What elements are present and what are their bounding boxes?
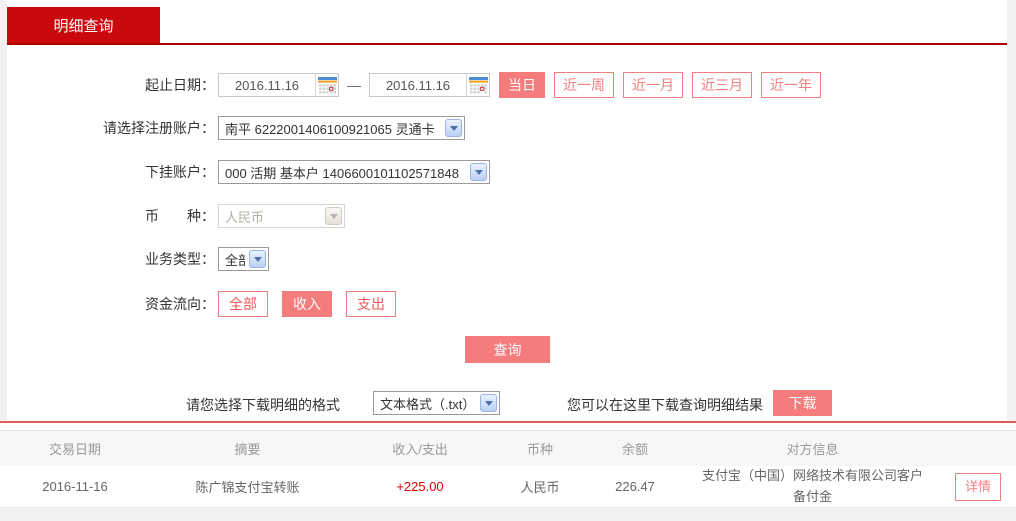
header-currency: 币种 [526, 442, 553, 457]
cell-action: 详情 [940, 472, 1016, 501]
cell-currency: 人民币 [520, 480, 560, 495]
quick-range-week-button[interactable]: 近一周 [554, 72, 614, 98]
tab-underline [7, 43, 1007, 45]
fund-flow-row: 资金流向： 全部 收入 支出 [7, 291, 1007, 317]
start-date-calendar-button[interactable] [315, 74, 338, 96]
cell-counterparty: 支付宝（中国）网络技术有限公司客户备付金 [685, 466, 940, 506]
quick-range-year-button[interactable]: 近一年 [761, 72, 821, 98]
header-counterparty: 对方信息 [786, 442, 839, 457]
quick-range-quarter-button[interactable]: 近三月 [692, 72, 752, 98]
sub-account-value: 000 活期 基本户 1406600101102571848 [225, 165, 459, 181]
business-type-select[interactable]: 全部 [218, 247, 269, 271]
fund-flow-all-button[interactable]: 全部 [218, 291, 268, 317]
cell-balance: 226.47 [615, 479, 655, 494]
register-account-row: 请选择注册账户： 南平 6222001406100921065 灵通卡 [7, 115, 1007, 141]
end-date-input[interactable]: 2016.11.16 [369, 73, 490, 97]
fund-flow-label: 资金流向： [145, 296, 215, 312]
start-date-value: 2016.11.16 [234, 77, 300, 93]
register-account-value: 南平 6222001406100921065 灵通卡 [225, 121, 435, 137]
cell-date: 2016-11-16 [42, 479, 108, 494]
sub-account-row: 下挂账户： 000 活期 基本户 1406600101102571848 [7, 159, 1007, 185]
spacer [0, 423, 1016, 430]
date-separator: — [347, 77, 361, 93]
fund-flow-expense-button[interactable]: 支出 [346, 291, 396, 317]
sub-account-select[interactable]: 000 活期 基本户 1406600101102571848 [218, 160, 490, 184]
table-row: 2016-11-16 陈广锦支付宝转账 +225.00 人民币 226.47 支… [0, 466, 1016, 508]
date-range-row: 起止日期： 2016.11.16 — 2016.11.16 当日 近一周 近一月… [7, 72, 1007, 98]
business-type-value: 全部 [225, 252, 245, 268]
download-format-label: 请您选择下载明细的格式 [186, 397, 340, 413]
header-summary: 摘要 [234, 442, 261, 457]
query-button[interactable]: 查询 [465, 336, 550, 363]
currency-row: 币 种： 人民币 [7, 203, 1007, 229]
chevron-down-icon [249, 250, 266, 268]
calendar-icon [468, 76, 488, 93]
header-balance: 余额 [621, 442, 648, 457]
tab-label: 明细查询 [53, 17, 114, 35]
quick-range-month-button[interactable]: 近一月 [623, 72, 683, 98]
calendar-icon [317, 76, 337, 93]
query-panel: 明细查询 起止日期： 2016.11.16 — 2016.11.16 当日 近一… [7, 0, 1007, 422]
currency-label: 币 种： [145, 208, 215, 224]
business-type-row: 业务类型： 全部 [7, 246, 1007, 272]
download-hint: 您可以在这里下载查询明细结果 [567, 397, 763, 413]
counterparty-text: 支付宝（中国）网络技术有限公司客户备付金 [701, 468, 923, 504]
header-date: 交易日期 [48, 442, 101, 457]
chevron-down-icon [480, 394, 497, 412]
quick-range-today-button[interactable]: 当日 [499, 72, 545, 98]
start-date-input[interactable]: 2016.11.16 [218, 73, 339, 97]
register-account-select[interactable]: 南平 6222001406100921065 灵通卡 [218, 116, 465, 140]
cell-summary: 陈广锦支付宝转账 [195, 480, 300, 495]
register-account-label: 请选择注册账户： [103, 120, 215, 136]
download-format-value: 文本格式（.txt） [380, 396, 476, 412]
currency-select: 人民币 [218, 204, 345, 228]
tab-detail-query[interactable]: 明细查询 [7, 7, 160, 43]
business-type-label: 业务类型： [145, 251, 215, 267]
detail-button[interactable]: 详情 [954, 472, 1001, 501]
currency-value: 人民币 [225, 209, 265, 225]
date-range-label: 起止日期： [145, 77, 215, 93]
results-table: 交易日期 摘要 收入/支出 币种 余额 对方信息 2016-11-16 陈广锦支… [0, 430, 1016, 508]
table-header-row: 交易日期 摘要 收入/支出 币种 余额 对方信息 [0, 430, 1016, 466]
chevron-down-icon [470, 163, 487, 181]
download-row: 请您选择下载明细的格式 文本格式（.txt） 您可以在这里下载查询明细结果 下载 [7, 390, 1007, 416]
fund-flow-income-button[interactable]: 收入 [282, 291, 332, 317]
download-format-select[interactable]: 文本格式（.txt） [373, 391, 500, 415]
cell-amount: +225.00 [396, 479, 444, 494]
end-date-value: 2016.11.16 [385, 77, 451, 93]
sub-account-label: 下挂账户： [145, 164, 215, 180]
chevron-down-icon [325, 207, 342, 225]
chevron-down-icon [445, 119, 462, 137]
header-amount: 收入/支出 [392, 442, 448, 457]
end-date-calendar-button[interactable] [466, 74, 489, 96]
download-button[interactable]: 下载 [773, 390, 832, 416]
